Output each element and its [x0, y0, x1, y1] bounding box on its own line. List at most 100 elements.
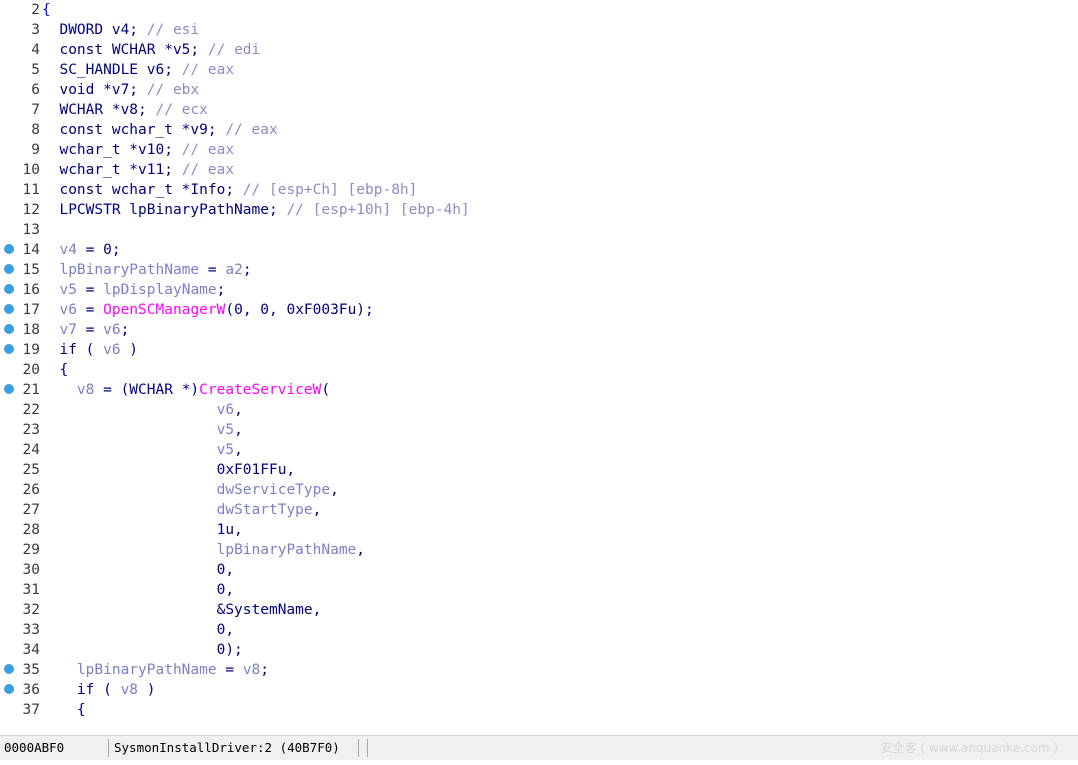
variable-token[interactable]: v8	[243, 662, 260, 678]
line-number: 37	[22, 702, 40, 718]
code-line[interactable]: 17 v6 = OpenSCManagerW(0, 0, 0xF003Fu);	[0, 300, 1078, 320]
line-code: lpBinaryPathName = a2;	[42, 260, 251, 280]
line-number: 36	[22, 682, 40, 698]
code-line[interactable]: 8 const wchar_t *v9; // eax	[0, 120, 1078, 140]
variable-token[interactable]: dwServiceType	[217, 482, 331, 498]
comment-token: // [esp+10h] [ebp-4h]	[286, 202, 470, 218]
line-number: 16	[22, 282, 40, 298]
line-number: 8	[31, 122, 40, 138]
variable-token[interactable]: v8	[77, 382, 94, 398]
code-line[interactable]: 6 void *v7; // ebx	[0, 80, 1078, 100]
code-token: {	[42, 362, 69, 378]
variable-token[interactable]: lpBinaryPathName	[217, 542, 357, 558]
variable-token[interactable]: lpBinaryPathName	[59, 262, 199, 278]
line-number: 26	[22, 482, 40, 498]
code-line[interactable]: 12 LPCWSTR lpBinaryPathName; // [esp+10h…	[0, 200, 1078, 220]
status-separator	[108, 739, 109, 757]
variable-token[interactable]: v6	[217, 402, 234, 418]
comment-token: // eax	[181, 142, 235, 158]
code-line[interactable]: 27 dwStartType,	[0, 500, 1078, 520]
code-line[interactable]: 21 v8 = (WCHAR *)CreateServiceW(	[0, 380, 1078, 400]
watermark: 安全客 ( www.anquanke.com )	[880, 741, 1058, 755]
code-line[interactable]: 20 {	[0, 360, 1078, 380]
code-line[interactable]: 5 SC_HANDLE v6; // eax	[0, 60, 1078, 80]
code-token: =	[76, 302, 104, 318]
code-line[interactable]: 11 const wchar_t *Info; // [esp+Ch] [ebp…	[0, 180, 1078, 200]
code-token: )	[120, 342, 139, 358]
pseudocode-view[interactable]: 2{3 DWORD v4; // esi 4 const WCHAR *v5; /…	[0, 0, 1078, 735]
code-line[interactable]: 3 DWORD v4; // esi	[0, 20, 1078, 40]
variable-token[interactable]: v8	[121, 682, 138, 698]
status-address: 0000ABF0	[4, 740, 65, 755]
variable-token[interactable]: v6	[103, 322, 120, 338]
code-line[interactable]: 2{	[0, 0, 1078, 20]
line-code: {	[42, 360, 68, 380]
function-token[interactable]: CreateServiceW	[199, 382, 321, 398]
code-token: ,	[234, 442, 243, 458]
code-line[interactable]: 9 wchar_t *v10; // eax	[0, 140, 1078, 160]
line-code: 0,	[42, 580, 234, 600]
code-token: =	[76, 282, 104, 298]
line-code: v4 = 0;	[42, 240, 120, 260]
code-line[interactable]: 33 0,	[0, 620, 1078, 640]
code-line[interactable]: 29 lpBinaryPathName,	[0, 540, 1078, 560]
code-line[interactable]: 25 0xF01FFu,	[0, 460, 1078, 480]
code-line[interactable]: 37 {	[0, 700, 1078, 720]
code-line[interactable]: 34 0);	[0, 640, 1078, 660]
line-code: dwServiceType,	[42, 480, 339, 500]
code-line[interactable]: 35 lpBinaryPathName = v8;	[0, 660, 1078, 680]
code-token: ,	[356, 542, 366, 558]
code-token: ;	[260, 662, 270, 678]
code-line[interactable]: 32 &SystemName,	[0, 600, 1078, 620]
window-bottom-edge	[0, 760, 1078, 765]
code-line[interactable]: 4 const WCHAR *v5; // edi	[0, 40, 1078, 60]
line-number: 9	[31, 142, 40, 158]
code-token: ,	[330, 482, 339, 498]
variable-token[interactable]: v6	[59, 302, 76, 318]
code-line[interactable]: 22 v6,	[0, 400, 1078, 420]
code-line[interactable]: 15 lpBinaryPathName = a2;	[0, 260, 1078, 280]
comment-token: // ebx	[146, 82, 200, 98]
code-line[interactable]: 16 v5 = lpDisplayName;	[0, 280, 1078, 300]
code-line[interactable]: 13	[0, 220, 1078, 240]
code-line[interactable]: 28 1u,	[0, 520, 1078, 540]
code-line[interactable]: 24 v5,	[0, 440, 1078, 460]
code-token: DWORD v4;	[42, 22, 147, 38]
variable-token[interactable]: v5	[217, 422, 234, 438]
line-code: 0,	[42, 560, 234, 580]
variable-token[interactable]: v5	[217, 442, 234, 458]
line-code: {	[42, 700, 86, 720]
code-line[interactable]: 7 WCHAR *v8; // ecx	[0, 100, 1078, 120]
line-number: 20	[22, 362, 40, 378]
code-line[interactable]: 23 v5,	[0, 420, 1078, 440]
code-line[interactable]: 26 dwServiceType,	[0, 480, 1078, 500]
line-number: 3	[31, 22, 40, 38]
line-code: const WCHAR *v5; // edi	[42, 40, 260, 60]
variable-token[interactable]: v4	[59, 242, 76, 258]
variable-token[interactable]: v6	[103, 342, 120, 358]
variable-token[interactable]: lpBinaryPathName	[77, 662, 217, 678]
variable-token[interactable]: v7	[59, 322, 76, 338]
code-line[interactable]: 10 wchar_t *v11; // eax	[0, 160, 1078, 180]
code-line[interactable]: 36 if ( v8 )	[0, 680, 1078, 700]
code-line[interactable]: 31 0,	[0, 580, 1078, 600]
variable-token[interactable]: v5	[59, 282, 76, 298]
code-line[interactable]: 18 v7 = v6;	[0, 320, 1078, 340]
variable-token[interactable]: a2	[225, 262, 242, 278]
code-line[interactable]: 14 v4 = 0;	[0, 240, 1078, 260]
line-code: &SystemName,	[42, 600, 322, 620]
function-token[interactable]: OpenSCManagerW	[103, 302, 225, 318]
code-token: LPCWSTR lpBinaryPathName;	[42, 202, 287, 218]
code-line[interactable]: 30 0,	[0, 560, 1078, 580]
code-line[interactable]: 19 if ( v6 )	[0, 340, 1078, 360]
line-number: 27	[22, 502, 40, 518]
variable-token[interactable]: lpDisplayName	[103, 282, 217, 298]
line-number: 33	[22, 622, 40, 638]
status-bar: 0000ABF0 SysmonInstallDriver:2 (40B7F0) …	[0, 735, 1078, 760]
variable-token[interactable]: dwStartType	[217, 502, 313, 518]
